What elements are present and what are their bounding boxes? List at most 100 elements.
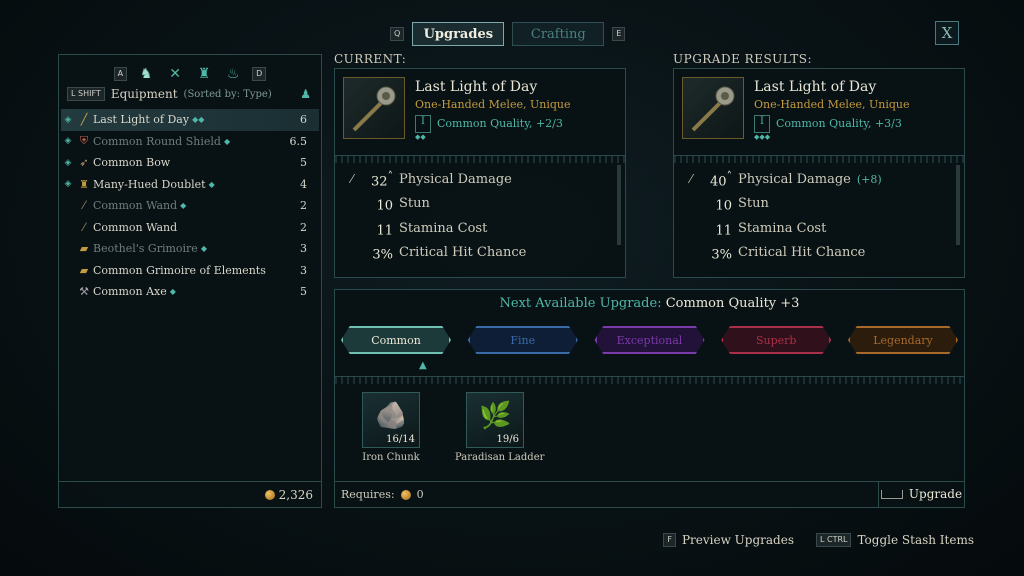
axe-icon: ⚒	[79, 285, 89, 299]
item-level: 4	[300, 177, 307, 191]
tier-label: Exceptional	[616, 333, 683, 347]
crossed-swords-icon[interactable]: ✕	[165, 65, 185, 83]
armor-icon[interactable]: ♜	[194, 65, 214, 83]
stats-scrollbar[interactable]	[956, 165, 960, 245]
upgrade-button-label: Upgrade	[908, 487, 963, 501]
item-name: Common Wand	[93, 199, 178, 213]
hint-toggle-stash[interactable]: L CTRL Toggle Stash Items	[815, 533, 974, 547]
bag-icon: ♟	[300, 87, 311, 101]
stat-name: Stun	[738, 196, 769, 212]
weapon-name: Last Light of Day	[754, 79, 877, 95]
stat-list: ⁄ 32˄ Physical Damage 10 Stun 11 Stamina Cost 3…	[341, 167, 613, 265]
hint-label: Toggle Stash Items	[857, 533, 974, 547]
quality-pips: ◆◆	[192, 115, 205, 125]
stat-row: 3% Critical Hit Chance	[680, 241, 952, 266]
list-item[interactable]: ⁄ Common Wand ◆ 2	[61, 195, 319, 217]
tier-common[interactable]: Common	[341, 326, 451, 354]
list-item[interactable]: ⁄ Common Wand 2	[61, 217, 319, 239]
material-item[interactable]: 🌿 19/6 Paradisan Ladder	[455, 392, 545, 463]
next-upgrade-label: Next Available Upgrade:	[499, 296, 662, 311]
tab-upgrades[interactable]: Upgrades	[412, 22, 505, 46]
stat-row: 10 Stun	[341, 192, 613, 217]
upgrade-results-label: UPGRADE RESULTS:	[673, 52, 813, 66]
stat-value: 10	[715, 198, 732, 214]
material-item[interactable]: 🪨 16/14 Iron Chunk	[351, 392, 431, 463]
material-name: Paradisan Ladder	[455, 452, 545, 463]
mace-icon	[343, 77, 405, 139]
list-item[interactable]: ▰ Beothel's Grimoire ◆ 3	[61, 238, 319, 260]
gold-amount: 2,326	[278, 487, 313, 502]
item-level: 3	[300, 242, 307, 256]
item-name: Common Round Shield	[93, 134, 221, 148]
list-item[interactable]: ⚒ Common Axe ◆ 5	[61, 281, 319, 303]
tier-legendary[interactable]: Legendary	[848, 326, 958, 354]
upgrade-button[interactable]: Upgrade	[878, 481, 964, 507]
stat-delta: (+8)	[856, 172, 882, 186]
item-level: 2	[300, 220, 307, 234]
quality-tier-track: Common Fine Exceptional Superb Legendary	[341, 326, 958, 358]
armor-icon: ♜	[79, 177, 89, 191]
tier-fine[interactable]: Fine	[467, 326, 578, 354]
equipment-header: L SHIFT Equipment (Sorted by: Type) ♟	[67, 87, 311, 101]
tier-label: Legendary	[873, 333, 933, 347]
hint-preview-upgrades[interactable]: F Preview Upgrades	[663, 533, 794, 547]
quality-text: Common Quality, +2/3	[437, 117, 563, 130]
stat-row: ⁄ 40˄ Physical Damage (+8)	[680, 167, 952, 192]
tab-right-key: E	[612, 27, 626, 41]
requires-bar: Requires: 0	[335, 481, 964, 507]
tier-exceptional[interactable]: Exceptional	[594, 326, 705, 354]
tab-crafting[interactable]: Crafting	[512, 22, 605, 46]
sort-key: L SHIFT	[67, 87, 105, 101]
item-name: Common Wand	[93, 220, 178, 234]
stat-row: 10 Stun	[680, 192, 952, 217]
filter-row: A ♞ ✕ ♜ ♨ D	[59, 65, 321, 83]
weapon-type: One-Handed Melee, Unique	[415, 98, 571, 111]
stat-icon: ⁄	[689, 172, 692, 187]
list-item[interactable]: ▰ Common Grimoire of Elements 3	[61, 260, 319, 282]
stat-value: 11	[715, 222, 732, 238]
bow-icon: ➶	[79, 156, 89, 170]
shield-icon: ⛨	[79, 134, 89, 148]
close-button[interactable]: X	[935, 21, 959, 45]
current-label: CURRENT:	[334, 52, 407, 66]
list-item[interactable]: ◈ ╱ Last Light of Day ◆◆ 6	[61, 109, 319, 131]
tier-superb[interactable]: Superb	[721, 326, 832, 354]
wand-icon: ⁄	[83, 220, 85, 234]
stat-row: 11 Stamina Cost	[341, 216, 613, 241]
item-level: 5	[300, 285, 307, 299]
item-name: Beothel's Grimoire	[93, 242, 198, 256]
tab-left-key: Q	[390, 27, 405, 41]
ore-icon: 🪨	[375, 401, 408, 431]
stat-list: ⁄ 40˄ Physical Damage (+8) 10 Stun 11 Stamina C…	[680, 167, 952, 265]
stat-arrow-icon: ˄	[726, 169, 732, 183]
item-level: 3	[300, 263, 307, 277]
list-item[interactable]: ◈ ➶ Common Bow 5	[61, 152, 319, 174]
gold-footer: 2,326	[59, 481, 321, 507]
list-item[interactable]: ◈ ♜ Many-Hued Doublet ◆ 4	[61, 174, 319, 196]
spacebar-icon	[880, 489, 903, 499]
stat-value: 11	[376, 222, 393, 238]
quality-pips: ◆	[208, 179, 215, 189]
item-level: 6	[300, 113, 307, 127]
all-gear-icon[interactable]: ♞	[136, 65, 156, 83]
next-upgrade-line: Next Available Upgrade: Common Quality +…	[335, 296, 964, 311]
stat-name: Physical Damage	[738, 171, 851, 187]
list-item[interactable]: ◈ ⛨ Common Round Shield ◆ 6.5	[61, 131, 319, 153]
stats-scrollbar[interactable]	[617, 165, 621, 245]
item-name: Common Grimoire of Elements	[93, 263, 266, 277]
material-name: Iron Chunk	[362, 452, 420, 463]
stat-name: Stun	[399, 196, 430, 212]
quality-level: I	[754, 115, 770, 133]
stat-arrow-icon: ˄	[387, 169, 393, 183]
item-marker-icon: ◈	[64, 114, 72, 125]
tier-label: Fine	[510, 333, 536, 347]
filter-left-key: A	[113, 67, 128, 81]
upgrade-panel: Next Available Upgrade: Common Quality +…	[334, 289, 965, 508]
material-slot: 🪨 16/14	[362, 392, 420, 448]
control-hints: F Preview Upgrades L CTRL Toggle Stash I…	[663, 533, 974, 547]
weapon-name: Last Light of Day	[415, 79, 538, 95]
mace-icon	[682, 77, 744, 139]
material-count: 16/14	[386, 434, 415, 445]
equipment-panel: A ♞ ✕ ♜ ♨ D L SHIFT Equipment (Sorted by…	[58, 54, 322, 508]
lamp-icon[interactable]: ♨	[223, 65, 243, 83]
